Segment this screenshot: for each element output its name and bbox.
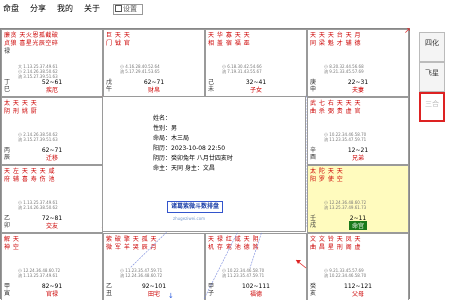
name-line: 姓名：: [153, 115, 172, 122]
palace-year-list: 流 12.24.36.48.60.72: [120, 273, 163, 278]
palace-stars-row1: 文 文 铃 天 凤 天: [310, 236, 362, 243]
palace-cell[interactable]: 紫 破 擎 天 孤 天 微 军 羊 哭 辰 月 小 11.23.35.47.59…: [103, 233, 205, 300]
palace-domain-label: 迁移: [2, 153, 102, 162]
palace-stars-row2: 机 存 鸾 池 德 煞: [208, 244, 260, 251]
settings-field-label: 设置: [123, 5, 137, 13]
palace-domain-text: 官禄: [45, 291, 58, 298]
palace-stars-row2: 阴 刑 姚 厨: [4, 108, 38, 115]
palace-stars-row2: 曲 昌 星 刑 阁 虚: [310, 244, 362, 251]
palace-cell[interactable]: 巨 天 天 门 钺 官 小 4.16.28.40.52.64 流 5.17.29…: [103, 29, 205, 97]
palace-stars-row1: 解 天: [4, 236, 20, 243]
palace-year-list: 流 7.19.31.43.55.67: [222, 69, 262, 74]
palace-year-list: 流 1.13.25.37.49.61: [18, 273, 58, 278]
palace-domain-label: 命宫: [308, 221, 408, 230]
side-panel: 四化 飞星 三合: [419, 32, 445, 122]
palace-stars-row1: 武 七 右 天 天 天: [310, 100, 362, 107]
lunar-date-line: 阴历：癸卯兔年 八月廿四亥时: [153, 155, 233, 162]
palace-year-list: 流 3.15.27.39.51.63: [18, 137, 58, 142]
palace-stars-row1: 太 天 天 天: [4, 100, 38, 107]
palace-stars-row2: 曲 杀 弼 贵 虚 官: [310, 108, 362, 115]
palace-domain-label: 财帛: [104, 85, 204, 94]
palace-year-list: 流 10.22.34.46.58.70: [324, 273, 367, 278]
palace-domain-text: 交友: [45, 223, 58, 230]
brand-url[interactable]: zhugeziwei.com: [173, 216, 205, 221]
palace-year-list: 流 13.25.37.49.61.73: [324, 205, 367, 210]
gender-line: 性别：男: [153, 125, 178, 132]
palace-cell[interactable]: 解 天 神 空 小 12.24.36.48.60.72 流 1.13.25.37…: [1, 233, 103, 300]
solar-date-line: 阳历：2023-10-08 22:50: [153, 145, 226, 152]
palace-year-list: 流 2.14.26.38.50.62: [18, 205, 58, 210]
palace-stars-row2: 阳 罗 使 空: [310, 176, 344, 183]
palace-year-list: 流 9.21.33.45.57.69: [324, 69, 364, 74]
palace-stars-row1: 巨 天 天: [106, 32, 131, 39]
menu-chart[interactable]: 命盘: [3, 0, 19, 18]
palace-cell[interactable]: 天 天 天 台 天 月 同 梁 魁 才 辅 德 小 8.20.32.44.56.…: [307, 29, 409, 97]
menu-about-label: 关于: [84, 4, 100, 13]
app-window: 命盘 分享 我的 关于 设置 廉贪 天火恩孤截破 贞狼 喜星光辰空碎 禄 大 1…: [0, 0, 450, 300]
palace-cell[interactable]: 天 禄 红 咸 天 阴 机 存 鸾 池 德 煞 小 10.22.34.46.58…: [205, 233, 307, 300]
palace-cell[interactable]: 廉贪 天火恩孤截破 贞狼 喜星光辰空碎 禄 大 1.13.25.37.49.61…: [1, 29, 103, 97]
settings-checkbox[interactable]: [115, 5, 122, 12]
palace-domain-text: 福德: [249, 291, 262, 298]
menu-mine[interactable]: 我的: [57, 0, 73, 18]
palace-stars-row1: 天 左 天 天 天 咸: [4, 168, 56, 175]
settings-field[interactable]: 设置: [113, 4, 143, 15]
palace-year-list: 流 11.23.35.47.59.71: [324, 137, 367, 142]
palace-domain-text: 兄弟: [351, 155, 364, 162]
palace-domain-text: 子女: [249, 87, 262, 94]
palace-domain-text: 财帛: [147, 87, 160, 94]
palace-domain-text: 命宫: [348, 221, 367, 230]
palace-stars-row1: 紫 破 擎 天 孤 天: [106, 236, 158, 243]
palace-cell[interactable]: 武 七 右 天 天 天 曲 杀 弼 贵 虚 官 小 10.22.34.46.58…: [307, 97, 409, 165]
palace-domain-label: 福德: [206, 289, 306, 298]
palace-stars-row1: 天 禄 红 咸 天 阴: [208, 236, 260, 243]
palace-stars-row1: 天 天 天 台 天 月: [310, 32, 362, 39]
tab-feixing[interactable]: 飞星: [419, 62, 445, 92]
palace-stars-row2: 微 军 羊 哭 辰 月: [106, 244, 158, 251]
palace-cell[interactable]: 天 左 天 天 天 咸 府 辅 喜 寿 伤 池 小 1.13.25.37.49.…: [1, 165, 103, 233]
tab-sihua[interactable]: 四化: [419, 32, 445, 62]
arrow-down-icon: ↓: [168, 292, 174, 300]
palace-stars-row2: 府 辅 喜 寿 伤 池: [4, 176, 56, 183]
palace-year-list: 流 5.17.29.41.53.65: [120, 69, 160, 74]
palace-stars-row2: 门 钺 官: [106, 40, 131, 47]
palace-stars-row2: 相 盖 宿 福 巫: [208, 40, 251, 47]
palace-domain-text: 迁移: [45, 155, 58, 162]
palace-stars-row2: 同 梁 魁 才 辅 德: [310, 40, 362, 47]
palace-domain-label: 疾厄: [2, 85, 102, 94]
palace-domain-label: 夫妻: [308, 85, 408, 94]
chart-info-center: 姓名： 性别：男 命局：木三局 阳历：2023-10-08 22:50 阴历：癸…: [102, 96, 306, 232]
palace-domain-label: 子女: [206, 85, 306, 94]
palace-domain-label: 交友: [2, 221, 102, 230]
palace-domain-text: 田宅: [147, 291, 160, 298]
menu-bar: 命盘 分享 我的 关于 设置: [0, 0, 450, 18]
palace-cell[interactable]: 太 天 天 天 阴 刑 姚 厨 小 2.14.26.38.50.62 流 3.1…: [1, 97, 103, 165]
palace-domain-text: 夫妻: [351, 87, 364, 94]
menu-about[interactable]: 关于: [84, 0, 100, 18]
palace-domain-label: 父母: [308, 289, 408, 298]
palace-stars-row3: 禄: [4, 48, 11, 55]
palace-domain-label: 官禄: [2, 289, 102, 298]
palace-stars-row2: 神 空: [4, 244, 20, 251]
palace-domain-label: 兄弟: [308, 153, 408, 162]
palace-cell[interactable]: 天 华 寡 天 天 相 盖 宿 福 巫 小 6.18.30.42.54.66 流…: [205, 29, 307, 97]
palace-domain-label: 田宅: [104, 289, 204, 298]
palace-cell[interactable]: 文 文 铃 天 凤 天 曲 昌 星 刑 阁 虚 小 9.21.33.45.57.…: [307, 233, 409, 300]
arrow-icon: ↗: [404, 26, 411, 35]
palace-year-list: 流 11.23.35.47.59.71: [222, 273, 265, 278]
menu-share[interactable]: 分享: [30, 0, 46, 18]
bureau-line: 命局：木三局: [153, 135, 190, 142]
tab-sanhe[interactable]: 三合: [419, 92, 445, 122]
master-line: 命主：天同 身主：文昌: [153, 165, 215, 172]
brand-logo[interactable]: 诸葛紫微斗数排盘: [167, 201, 224, 213]
palace-stars-row1: 太 陀 天 天: [310, 168, 344, 175]
palace-stars-row1: 廉贪 天火恩孤截破: [4, 32, 59, 39]
palace-cell[interactable]: 太 陀 天 天 阳 罗 使 空 小 12.24.36.48.60.72 流 13…: [307, 165, 409, 233]
palace-stars-row2: 贞狼 喜星光辰空碎: [4, 40, 59, 47]
palace-domain-text: 父母: [351, 291, 364, 298]
palace-stars-row1: 天 华 寡 天 天: [208, 32, 251, 39]
palace-domain-text: 疾厄: [45, 87, 58, 94]
